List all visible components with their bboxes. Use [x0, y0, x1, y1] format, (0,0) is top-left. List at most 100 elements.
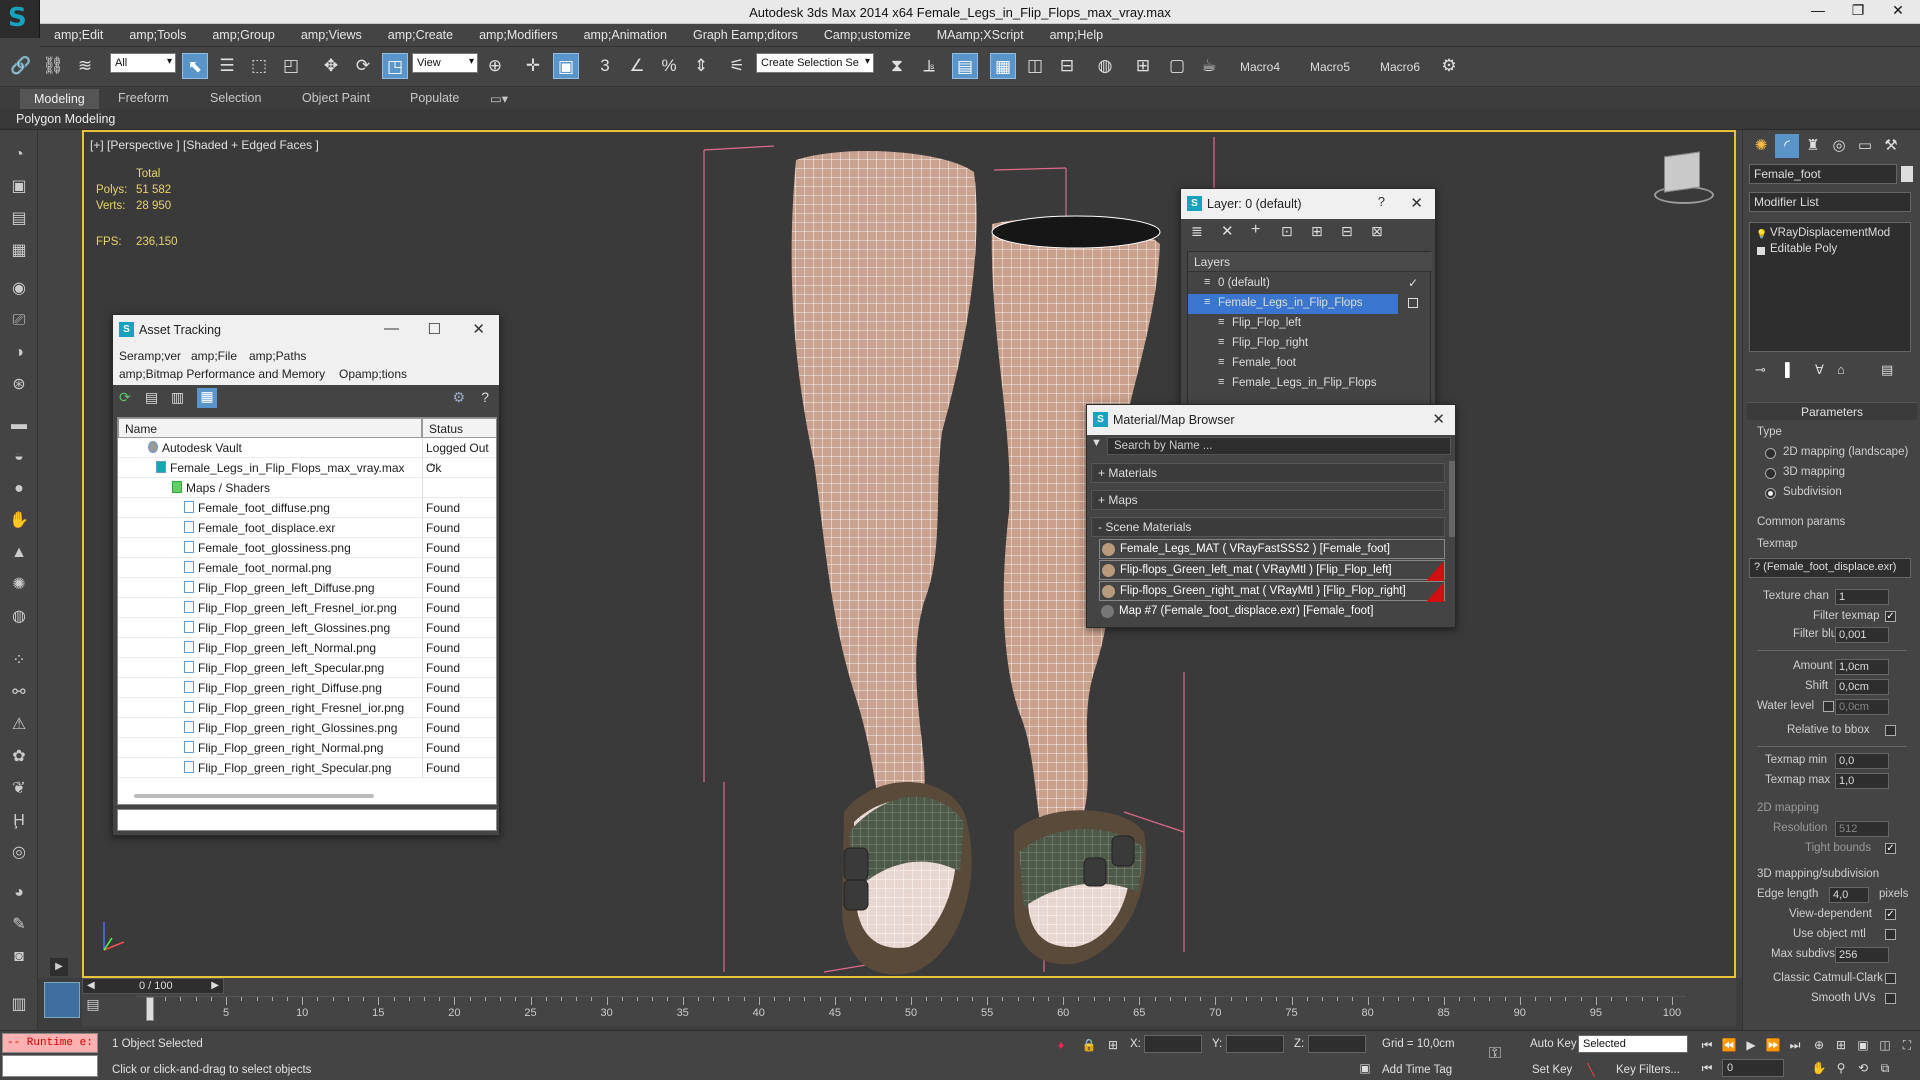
menu-create[interactable]: amp;Create: [374, 25, 465, 42]
key-icon[interactable]: ⚿: [1486, 1045, 1504, 1063]
table-row[interactable]: Female_foot_diffuse.png Found: [118, 498, 496, 518]
next-frame-icon[interactable]: ▶: [211, 980, 219, 991]
lock-icon[interactable]: 🔒: [1080, 1036, 1098, 1054]
select-by-name-icon[interactable]: ☰: [214, 53, 240, 79]
menu-views[interactable]: amp;Views: [287, 25, 374, 42]
table-row[interactable]: Female_foot_glossiness.png Found: [118, 538, 496, 558]
tab-object-paint[interactable]: Object Paint: [302, 91, 370, 105]
unlink-icon[interactable]: ⛓: [40, 53, 66, 79]
layer-manager-icon[interactable]: ▤: [952, 53, 978, 79]
layer-dialog-titlebar[interactable]: S Layer: 0 (default) ? ✕: [1181, 189, 1435, 219]
selection-filter-dropdown[interactable]: All: [110, 53, 176, 73]
link-icon[interactable]: 🔗: [8, 53, 34, 79]
minimize-button[interactable]: —: [1798, 2, 1838, 22]
camera-icon[interactable]: ⎚: [6, 308, 32, 334]
film-icon[interactable]: ⊛: [6, 372, 32, 398]
paint-icon[interactable]: ✎: [6, 912, 32, 938]
column-name-header[interactable]: Name: [118, 418, 422, 438]
maps-group[interactable]: + Maps: [1091, 490, 1445, 510]
zoom-extents-icon[interactable]: ▣: [1854, 1036, 1872, 1054]
edge-length-input[interactable]: 4,0: [1829, 887, 1869, 903]
select-in-layer-icon[interactable]: ⊡: [1281, 223, 1293, 240]
angle-snap-icon[interactable]: ∠: [624, 53, 650, 79]
help-icon[interactable]: ?: [481, 389, 489, 405]
add-time-tag[interactable]: Add Time Tag: [1382, 1064, 1452, 1076]
hide-all-icon[interactable]: ⊟: [1341, 223, 1353, 240]
render-icon[interactable]: ◙: [6, 944, 32, 970]
gear-left-icon[interactable]: ✿: [6, 744, 32, 770]
stack-item-vray-displacement[interactable]: VRayDisplacementMod: [1754, 227, 1906, 243]
particles-icon[interactable]: ⁘: [6, 648, 32, 674]
add-to-layer-icon[interactable]: +: [1251, 221, 1260, 239]
table-row[interactable]: Flip_Flop_green_right_Specular.png Found: [118, 758, 496, 778]
render-setup-icon[interactable]: ⊞: [1130, 53, 1156, 79]
list-view-icon[interactable]: ▤: [145, 389, 163, 407]
water-level-input[interactable]: 0,0cm: [1835, 699, 1889, 715]
y-coordinate-input[interactable]: [1226, 1035, 1284, 1053]
tab-modeling[interactable]: Modeling: [20, 89, 99, 109]
pivot-center-icon[interactable]: ⊕: [482, 53, 508, 79]
classic-catmull-checkbox[interactable]: [1885, 973, 1896, 984]
table-row[interactable]: Female_foot_normal.png Found: [118, 558, 496, 578]
percent-snap-icon[interactable]: %: [656, 53, 682, 79]
scene-materials-group[interactable]: - Scene Materials: [1091, 517, 1445, 537]
box-icon[interactable]: ▬: [6, 412, 32, 438]
utilities-tab-icon[interactable]: ⚒: [1879, 134, 1903, 158]
table-row[interactable]: Flip_Flop_green_right_Fresnel_ior.png Fou…: [118, 698, 496, 718]
render-production-icon[interactable]: ☕: [1196, 53, 1222, 79]
zoom-extents-all-icon[interactable]: ◫: [1876, 1036, 1894, 1054]
menu-bitmap-performance[interactable]: amp;Bitmap Performance and Memory: [119, 367, 325, 381]
table-row[interactable]: Maps / Shaders: [118, 478, 496, 498]
hair-icon[interactable]: Ḩ: [6, 808, 32, 834]
table-row[interactable]: Flip_Flop_green_left_Glossines.png Found: [118, 618, 496, 638]
materials-group[interactable]: + Materials: [1091, 463, 1445, 483]
material-item[interactable]: Female_Legs_MAT ( VRayFastSSS2 ) [Female…: [1099, 539, 1445, 559]
key-filters-button[interactable]: Key Filters...: [1616, 1064, 1680, 1076]
resolution-input[interactable]: 512: [1835, 821, 1889, 837]
asset-path-field[interactable]: [117, 809, 497, 831]
highlight-layer-icon[interactable]: ⊞: [1311, 223, 1323, 240]
search-input[interactable]: Search by Name ...: [1107, 437, 1451, 455]
scale-icon[interactable]: ◳: [382, 53, 408, 79]
select-object-icon[interactable]: ⬉: [182, 53, 208, 79]
menu-maxscript[interactable]: MAamp;XScript: [923, 25, 1036, 42]
time-slider[interactable]: ◀ 0 / 100 ▶: [82, 978, 224, 994]
motion-tab-icon[interactable]: ◎: [1827, 134, 1851, 158]
sphere-icon[interactable]: ●: [6, 476, 32, 502]
menu-modifiers[interactable]: amp;Modifiers: [465, 25, 570, 42]
details-view-icon[interactable]: ▥: [171, 389, 189, 407]
close-button[interactable]: ✕: [1432, 410, 1445, 428]
bind-space-warp-icon[interactable]: ≋: [72, 53, 98, 79]
table-row[interactable]: Flip_Flop_green_right_Diffuse.png Found: [118, 678, 496, 698]
walk-through-icon[interactable]: ⚲: [1832, 1059, 1850, 1077]
curve-editor-icon[interactable]: ◫: [1022, 53, 1048, 79]
menu-tools[interactable]: amp;Tools: [115, 25, 198, 42]
layers-header[interactable]: Layers: [1188, 252, 1432, 272]
layer-item[interactable]: ≡ 0 (default) ✓: [1188, 274, 1432, 294]
stack-item-editable-poly[interactable]: Editable Poly: [1754, 243, 1906, 259]
texmap-max-input[interactable]: 1,0: [1835, 773, 1889, 789]
key-mode-icon[interactable]: ⏮: [1698, 1059, 1716, 1077]
menu-file[interactable]: amp;File: [191, 349, 237, 363]
fov-icon[interactable]: ⛶: [1898, 1036, 1916, 1054]
table-row[interactable]: Female_Legs_in_Flip_Flops_max_vray.max Ok: [118, 458, 496, 478]
close-button[interactable]: ✕: [472, 320, 485, 338]
app-menu-button[interactable]: S: [0, 0, 40, 38]
show-end-result-icon[interactable]: ▌: [1785, 362, 1794, 377]
auto-key-button[interactable]: Auto Key: [1530, 1038, 1577, 1050]
filter-blur-input[interactable]: 0,001: [1835, 627, 1889, 643]
photo-icon[interactable]: ▣: [6, 174, 32, 200]
grid-icon[interactable]: ▦: [6, 238, 32, 264]
amount-input[interactable]: 1,0cm: [1835, 659, 1889, 675]
maxscript-input[interactable]: [2, 1055, 98, 1077]
expand-arrow-icon[interactable]: ▶: [50, 958, 68, 976]
table-row[interactable]: Flip_Flop_green_left_Fresnel_ior.png Foun…: [118, 598, 496, 618]
table-row[interactable]: Female_foot_displace.exr Found: [118, 518, 496, 538]
refresh-icon[interactable]: ⟳: [119, 389, 137, 407]
next-frame-button-icon[interactable]: ⏩: [1764, 1036, 1782, 1054]
modifier-list-dropdown[interactable]: Modifier List: [1749, 192, 1911, 212]
named-selection-dropdown[interactable]: Create Selection Se: [756, 53, 874, 73]
make-unique-icon[interactable]: ∀: [1815, 362, 1824, 378]
spinner-snap-icon[interactable]: ⇕: [688, 53, 714, 79]
create-tab-icon[interactable]: ✺: [1749, 134, 1773, 158]
